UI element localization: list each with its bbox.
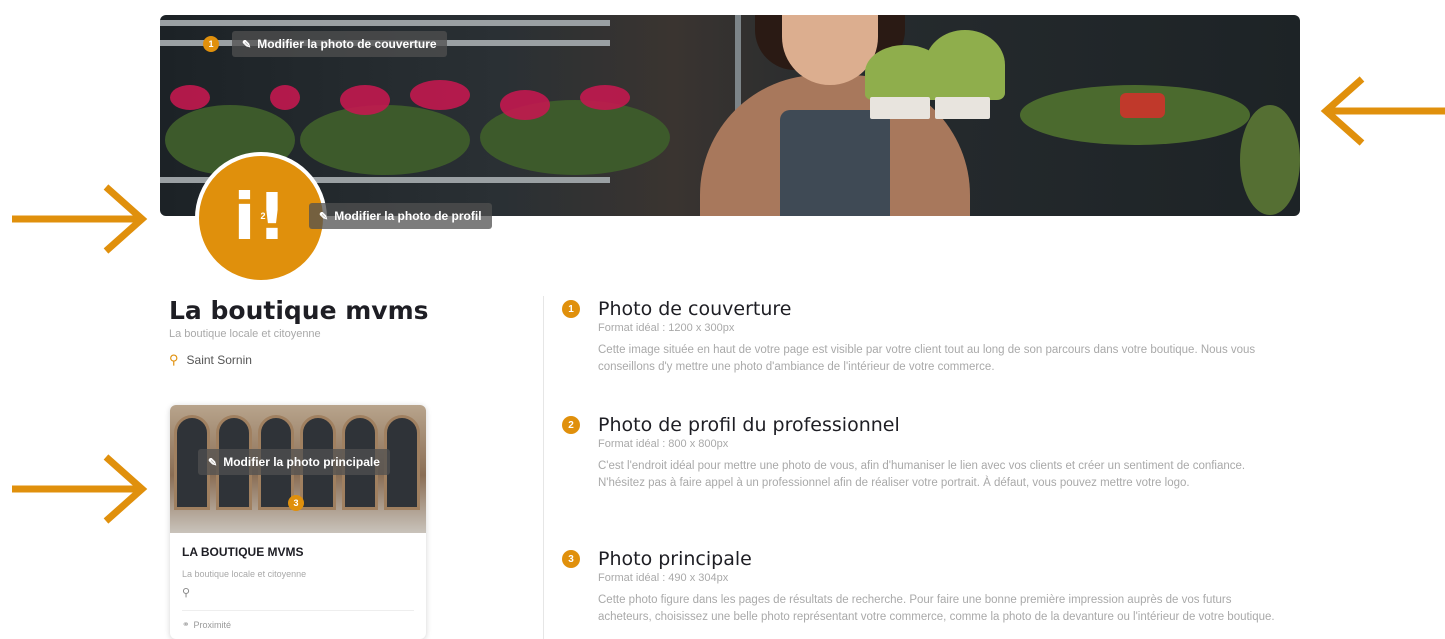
cover-flowers: [270, 85, 300, 110]
section-title: Photo principale: [598, 548, 752, 570]
column-divider: [543, 296, 544, 639]
arrow-icon: [12, 184, 148, 254]
cover-foliage: [1240, 105, 1300, 215]
cover-shelf: [160, 20, 610, 26]
cover-flowers: [170, 85, 210, 110]
shop-tagline: La boutique locale et citoyenne: [169, 328, 321, 340]
edit-profile-label: Modifier la photo de profil: [334, 209, 482, 223]
pencil-icon: ✎: [208, 456, 218, 469]
shop-name: La boutique mvms: [169, 296, 429, 325]
pencil-icon: ✎: [242, 38, 252, 51]
shop-location: ⚲ Saint Sornin: [169, 352, 252, 368]
edit-cover-label: Modifier la photo de couverture: [257, 37, 437, 51]
edit-profile-button[interactable]: ✎ Modifier la photo de profil: [309, 203, 492, 229]
cover-red-pot: [1120, 93, 1165, 118]
section-title: Photo de couverture: [598, 298, 792, 320]
section-cover-info: 1 Photo de couverture Format idéal : 120…: [562, 298, 1322, 376]
main-photo-step-badge: 3: [288, 495, 304, 511]
main-photo[interactable]: ✎ Modifier la photo principale 3: [170, 405, 426, 533]
section-main-photo-info: 3 Photo principale Format idéal : 490 x …: [562, 548, 1322, 626]
cover-step-badge: 1: [203, 36, 219, 52]
arrow-icon: [12, 454, 148, 524]
card-tagline: La boutique locale et citoyenne: [182, 569, 307, 579]
cover-flowers: [580, 85, 630, 110]
edit-main-photo-button[interactable]: ✎ Modifier la photo principale: [198, 449, 390, 475]
section-profile-info: 2 Photo de profil du professionnel Forma…: [562, 414, 1322, 492]
edit-main-photo-label: Modifier la photo principale: [223, 455, 380, 469]
map-pin-icon: ⚲: [169, 352, 179, 367]
cover-photo: 1 ✎ Modifier la photo de couverture: [160, 15, 1300, 216]
card-title: LA BOUTIQUE MVMS: [182, 545, 304, 559]
arrow-icon: [1320, 76, 1445, 146]
card-divider: [182, 610, 414, 611]
edit-cover-button[interactable]: ✎ Modifier la photo de couverture: [232, 31, 447, 57]
cover-flowers: [500, 90, 550, 120]
cover-flowers: [340, 85, 390, 115]
shop-location-label: Saint Sornin: [186, 353, 252, 367]
cover-plant: [925, 30, 1005, 100]
section-description: Cette image située en haut de votre page…: [598, 344, 1256, 373]
card-proximity: ⚭ Proximité: [182, 619, 231, 630]
bike-icon: ⚭: [182, 619, 190, 629]
cover-apron: [780, 110, 890, 216]
section-number-badge: 3: [562, 550, 580, 568]
section-description: C'est l'endroit idéal pour mettre une ph…: [598, 460, 1246, 489]
section-description: Cette photo figure dans les pages de rés…: [598, 594, 1275, 623]
section-title: Photo de profil du professionnel: [598, 414, 900, 436]
cover-pot: [870, 97, 930, 119]
cover-pot: [935, 97, 990, 119]
card-proximity-label: Proximité: [193, 619, 232, 630]
section-format: Format idéal : 490 x 304px: [598, 572, 729, 584]
section-number-badge: 1: [562, 300, 580, 318]
section-format: Format idéal : 800 x 800px: [598, 438, 729, 450]
cover-foliage: [300, 105, 470, 175]
section-number-badge: 2: [562, 416, 580, 434]
profile-step-badge: 2: [260, 211, 266, 221]
cover-face: [782, 15, 878, 85]
map-pin-icon: ⚲: [182, 587, 191, 599]
shop-card: ✎ Modifier la photo principale 3 LA BOUT…: [170, 405, 426, 639]
section-format: Format idéal : 1200 x 300px: [598, 322, 735, 334]
cover-flowers: [410, 80, 470, 110]
pencil-icon: ✎: [319, 210, 329, 223]
